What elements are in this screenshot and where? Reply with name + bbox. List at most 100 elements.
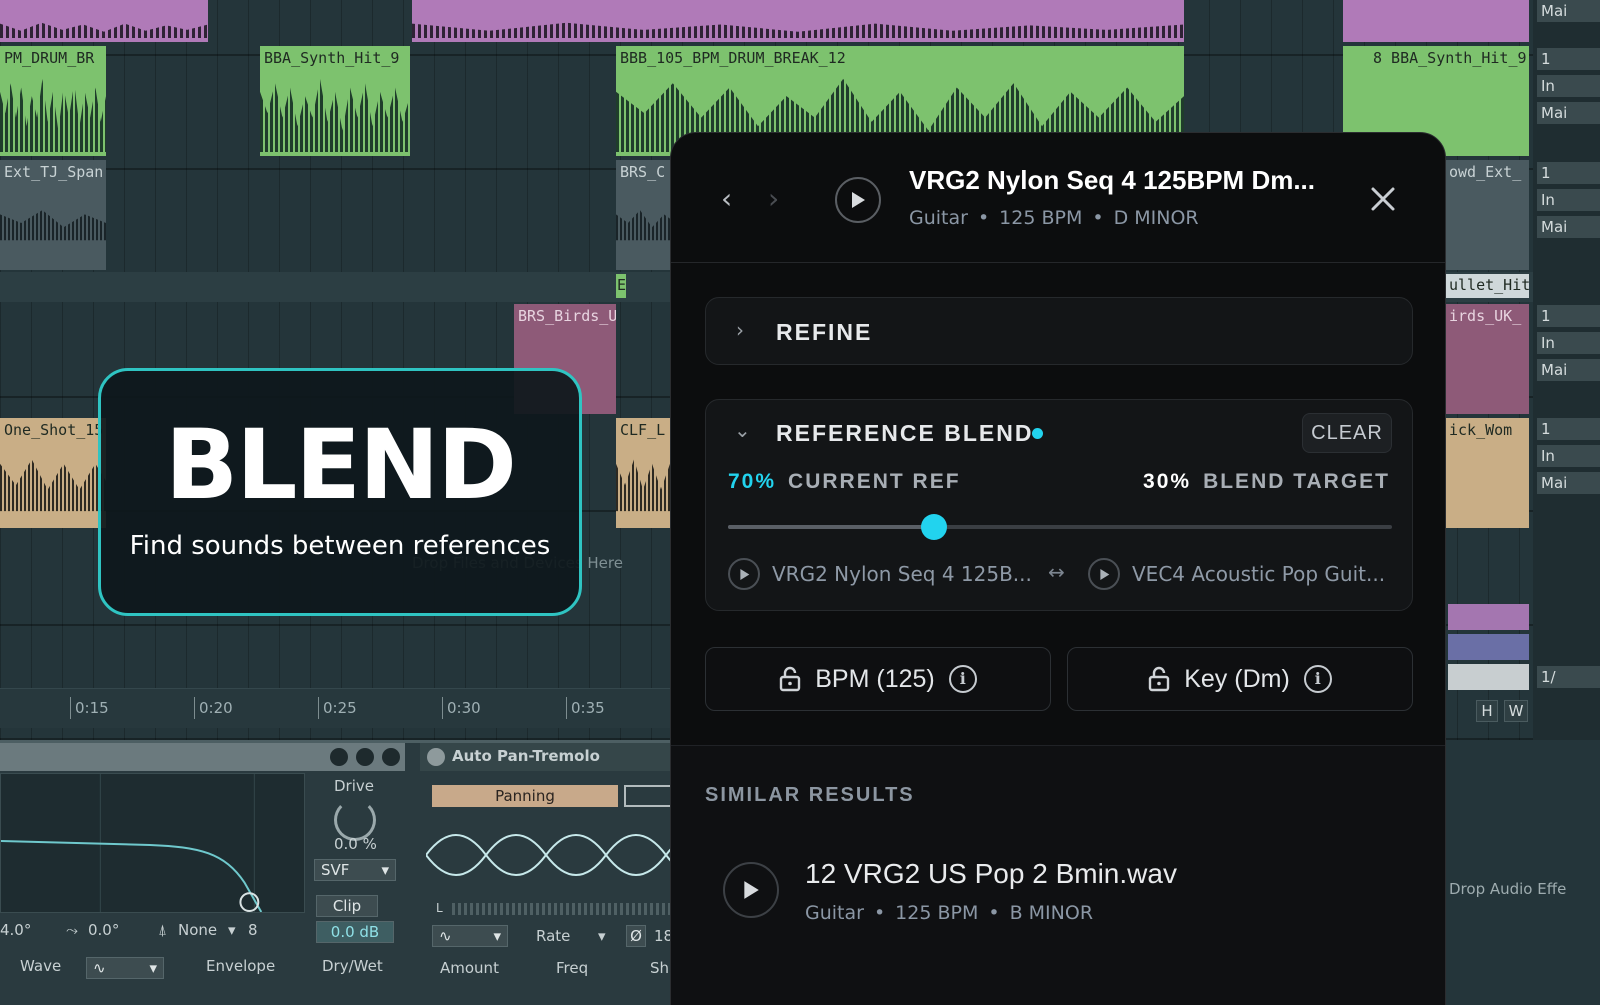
- mixer-input[interactable]: In: [1537, 75, 1600, 97]
- lock-icon: [780, 666, 801, 692]
- previous-chevron-icon[interactable]: ‹: [721, 185, 732, 213]
- mixer-track-number[interactable]: 1: [1537, 418, 1600, 440]
- audio-clip[interactable]: ick_Wom: [1445, 418, 1529, 528]
- mixer-output[interactable]: Mai: [1537, 216, 1600, 238]
- audio-clip[interactable]: [1448, 664, 1529, 690]
- envelope-label: Envelope: [206, 957, 276, 975]
- freq-readout[interactable]: 4.0°: [0, 921, 31, 939]
- w-button[interactable]: W: [1504, 700, 1528, 722]
- refine-section[interactable]: › REFINE: [705, 297, 1413, 365]
- more-options-icon[interactable]: [382, 748, 400, 766]
- info-icon[interactable]: i: [948, 665, 977, 693]
- audio-clip[interactable]: [0, 0, 208, 42]
- info-icon[interactable]: i: [1303, 665, 1332, 693]
- result-meta: Guitar • 125 BPM • B MINOR: [805, 902, 1094, 924]
- mixer-input[interactable]: In: [1537, 332, 1600, 354]
- clip-toggle[interactable]: Clip: [316, 895, 378, 917]
- audio-clip[interactable]: PM_DRUM_BR: [0, 46, 106, 156]
- filter-curve-display[interactable]: [0, 773, 305, 913]
- blend-feature-card: BLEND Find sounds between references: [98, 368, 582, 616]
- mixer-track-number[interactable]: 1: [1537, 162, 1600, 184]
- device-header: [0, 743, 405, 771]
- dropdown-caret-icon: ▾: [149, 959, 157, 977]
- time-ruler[interactable]: 0:15 0:20 0:25 0:30 0:35: [0, 688, 680, 728]
- lfo-meter: [452, 903, 680, 915]
- blend-title: BLEND: [165, 409, 517, 521]
- similar-results-section: SIMILAR RESULTS 12 VRG2 US Pop 2 Bmin.wa…: [671, 745, 1445, 1005]
- play-icon: [1099, 568, 1109, 580]
- ruler-tick: 0:20: [194, 697, 233, 719]
- blend-slider-fill: [728, 525, 934, 529]
- chevron-right-icon: ›: [736, 318, 744, 342]
- mixer-output[interactable]: Mai: [1537, 472, 1600, 494]
- lfo-wave-select[interactable]: ∿ ▾: [432, 925, 508, 947]
- audio-clip[interactable]: [412, 0, 1184, 42]
- audio-clip[interactable]: Ext_TJ_Span: [0, 160, 106, 270]
- blend-slider[interactable]: [728, 514, 1392, 540]
- mod-select[interactable]: None: [178, 921, 217, 939]
- drywet-label: Dry/Wet: [322, 957, 383, 975]
- audio-clip[interactable]: irds_UK_: [1445, 304, 1529, 414]
- rate-select[interactable]: Rate: [536, 927, 570, 945]
- chevron-down-icon[interactable]: ⌄: [734, 418, 751, 442]
- audio-clip[interactable]: CLF_L: [616, 418, 676, 528]
- result-title[interactable]: 12 VRG2 US Pop 2 Bmin.wav: [805, 858, 1177, 890]
- save-preset-icon[interactable]: [356, 748, 374, 766]
- play-ref-a-button[interactable]: [728, 558, 760, 590]
- dropdown-caret-icon: ▾: [381, 861, 389, 879]
- clip-gain-value[interactable]: 0.0 dB: [316, 921, 394, 943]
- h-button[interactable]: H: [1476, 700, 1498, 722]
- play-ref-b-button[interactable]: [1088, 558, 1120, 590]
- reference-blend-label: REFERENCE BLEND: [776, 420, 1034, 446]
- play-icon: [739, 568, 749, 580]
- swap-arrows-icon[interactable]: ↔: [1048, 560, 1065, 584]
- hot-swap-icon[interactable]: [330, 748, 348, 766]
- audio-clip[interactable]: BBA_Synth_Hit_9: [260, 46, 410, 156]
- current-ref-readout: 70% CURRENT REF: [728, 470, 961, 493]
- clear-button[interactable]: CLEAR: [1302, 413, 1392, 453]
- audio-clip[interactable]: One_Shot_15: [0, 418, 106, 528]
- drive-label: Drive: [334, 777, 374, 795]
- ref-a-name: VRG2 Nylon Seq 4 125B...: [772, 562, 1032, 586]
- ruler-tick: 0:35: [566, 697, 605, 719]
- refine-label: REFINE: [776, 319, 873, 345]
- lock-bpm-button[interactable]: BPM (125) i: [705, 647, 1051, 711]
- mode-panning-button[interactable]: Panning: [432, 785, 618, 807]
- mixer-output[interactable]: Mai: [1537, 102, 1600, 124]
- similar-results-title: SIMILAR RESULTS: [705, 784, 915, 806]
- audio-clip[interactable]: E: [616, 274, 626, 298]
- amount-label: Amount: [440, 959, 499, 977]
- audio-clip[interactable]: BRS_C: [616, 160, 676, 270]
- ref-b-name: VEC4 Acoustic Pop Guit...: [1132, 562, 1386, 586]
- mixer-output[interactable]: Mai: [1537, 359, 1600, 381]
- audio-clip[interactable]: owd_Ext_: [1445, 160, 1529, 270]
- audio-clip[interactable]: ullet_Hit_: [1445, 274, 1529, 298]
- play-result-button[interactable]: [723, 862, 779, 918]
- mixer-input[interactable]: In: [1537, 189, 1600, 211]
- audio-clip[interactable]: [1343, 0, 1529, 42]
- close-icon[interactable]: [1367, 183, 1399, 215]
- phase-invert-button[interactable]: Ø: [626, 925, 646, 947]
- next-chevron-icon[interactable]: ›: [768, 185, 779, 213]
- wave-select[interactable]: ∿ ▾: [86, 957, 164, 979]
- mod-amount[interactable]: 8: [248, 921, 258, 939]
- mixer-input[interactable]: In: [1537, 445, 1600, 467]
- device-title: Auto Pan-Tremolo: [452, 747, 600, 765]
- mixer-track-number[interactable]: 1: [1537, 305, 1600, 327]
- audio-clip[interactable]: [1448, 634, 1529, 660]
- shape-label: Sh: [650, 959, 670, 977]
- mixer-output[interactable]: Mai: [1537, 0, 1600, 22]
- lock-icon: [1149, 666, 1170, 692]
- sample-meta: Guitar • 125 BPM • D MINOR: [909, 207, 1199, 229]
- mixer-track-number[interactable]: 1: [1537, 48, 1600, 70]
- lock-key-label: Key (Dm): [1184, 664, 1290, 693]
- res-readout[interactable]: 0.0°: [88, 921, 119, 939]
- lock-key-button[interactable]: Key (Dm) i: [1067, 647, 1413, 711]
- filter-type-select[interactable]: SVF ▾: [314, 859, 396, 881]
- mixer-fraction[interactable]: 1/: [1537, 666, 1600, 688]
- play-button[interactable]: [835, 177, 881, 223]
- audio-clip[interactable]: [1448, 604, 1529, 630]
- lfo-display: [426, 834, 680, 876]
- device-power-icon[interactable]: [427, 748, 445, 766]
- blend-slider-thumb[interactable]: [920, 514, 947, 540]
